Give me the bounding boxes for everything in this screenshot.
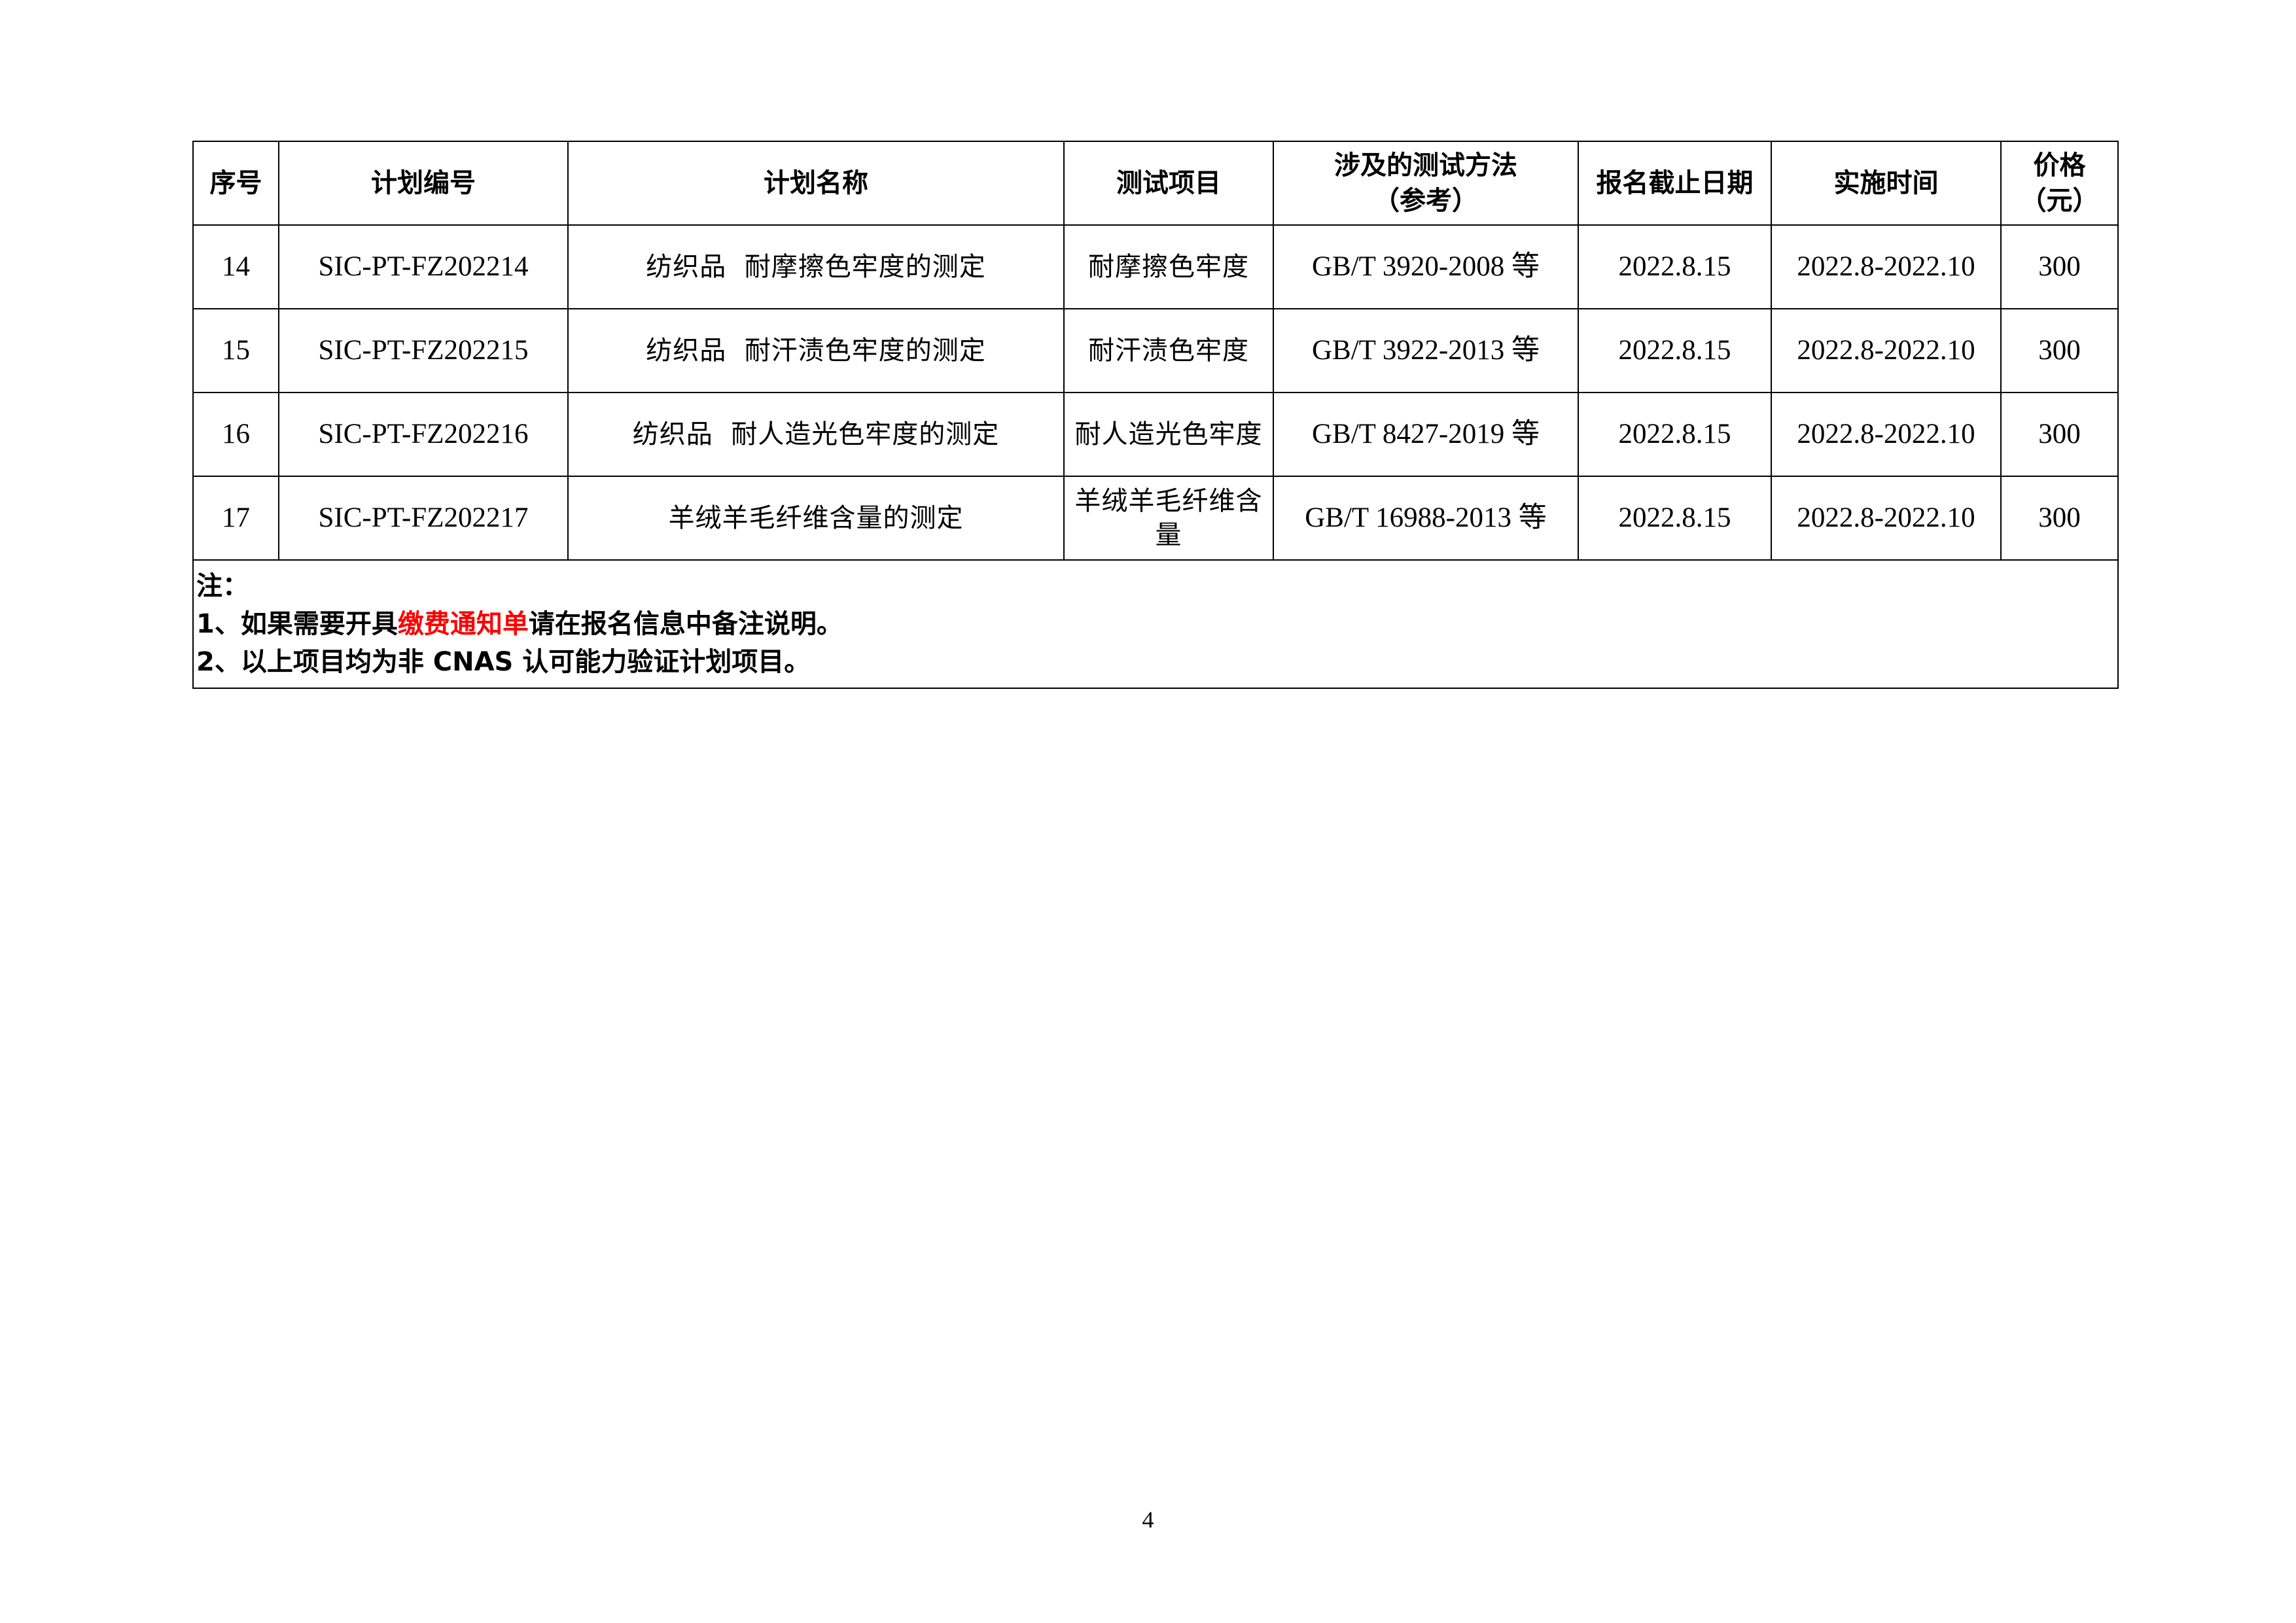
notes-cell: 注： 1、如果需要开具缴费通知单请在报名信息中备注说明。 2、以上项目均为非 C…: [192, 559, 2119, 689]
payment-notice-highlight: 缴费通知单: [397, 609, 529, 639]
cell-no: 15: [192, 308, 279, 393]
notes-row: 注： 1、如果需要开具缴费通知单请在报名信息中备注说明。 2、以上项目均为非 C…: [192, 559, 2119, 689]
note-line-1: 1、如果需要开具缴费通知单请在报名信息中备注说明。: [196, 605, 2115, 643]
table-header-row: 序号 计划编号 计划名称 测试项目 涉及的测试方法 （参考） 报名截止日期 实施…: [192, 141, 2119, 226]
cell-test-method: GB/T 16988-2013 等: [1273, 476, 1579, 561]
cell-no: 16: [192, 392, 279, 477]
header-price: 价格 （元）: [2000, 141, 2119, 226]
table-row: 15 SIC-PT-FZ202215 纺织品 耐汗渍色牢度的测定 耐汗渍色牢度 …: [192, 308, 2119, 393]
cell-price: 300: [2000, 308, 2119, 393]
cell-deadline: 2022.8.15: [1578, 392, 1772, 477]
cell-period: 2022.8-2022.10: [1771, 476, 2002, 561]
header-test-item: 测试项目: [1063, 141, 1274, 226]
cell-plan-code: SIC-PT-FZ202215: [278, 308, 569, 393]
cell-test-method: GB/T 3922-2013 等: [1273, 308, 1579, 393]
cell-price: 300: [2000, 476, 2119, 561]
notes-title: 注：: [196, 571, 249, 601]
cell-plan-code: SIC-PT-FZ202216: [278, 392, 569, 477]
header-no: 序号: [192, 141, 279, 226]
cell-plan-name: 羊绒羊毛纤维含量的测定: [567, 476, 1065, 561]
page-number: 4: [1142, 1507, 1154, 1533]
cell-deadline: 2022.8.15: [1578, 308, 1772, 393]
header-test-method-line2: （参考）: [1373, 186, 1478, 216]
cell-plan-name: 纺织品 耐汗渍色牢度的测定: [567, 308, 1065, 393]
note-line-1-suffix: 请在报名信息中备注说明。: [528, 609, 843, 639]
cell-test-method: GB/T 8427-2019 等: [1273, 392, 1579, 477]
cell-test-item: 耐摩擦色牢度: [1063, 224, 1274, 309]
table-row: 17 SIC-PT-FZ202217 羊绒羊毛纤维含量的测定 羊绒羊毛纤维含量 …: [192, 476, 2119, 561]
cell-price: 300: [2000, 224, 2119, 309]
header-test-method: 涉及的测试方法 （参考）: [1273, 141, 1579, 226]
cell-test-item: 耐人造光色牢度: [1063, 392, 1274, 477]
cell-test-item: 耐汗渍色牢度: [1063, 308, 1274, 393]
header-period: 实施时间: [1771, 141, 2002, 226]
table-row: 16 SIC-PT-FZ202216 纺织品 耐人造光色牢度的测定 耐人造光色牢…: [192, 392, 2119, 477]
cell-price: 300: [2000, 392, 2119, 477]
cell-deadline: 2022.8.15: [1578, 476, 1772, 561]
cell-test-method: GB/T 3920-2008 等: [1273, 224, 1579, 309]
table-row: 14 SIC-PT-FZ202214 纺织品 耐摩擦色牢度的测定 耐摩擦色牢度 …: [192, 224, 2119, 309]
header-price-line2: （元）: [2020, 186, 2099, 216]
note-line-2: 2、以上项目均为非 CNAS 认可能力验证计划项目。: [196, 647, 811, 677]
header-plan-name: 计划名称: [567, 141, 1065, 226]
cell-period: 2022.8-2022.10: [1771, 224, 2002, 309]
cell-no: 17: [192, 476, 279, 561]
cell-plan-code: SIC-PT-FZ202214: [278, 224, 569, 309]
cell-no: 14: [192, 224, 279, 309]
cell-plan-name: 纺织品 耐摩擦色牢度的测定: [567, 224, 1065, 309]
cell-period: 2022.8-2022.10: [1771, 392, 2002, 477]
cell-plan-code: SIC-PT-FZ202217: [278, 476, 569, 561]
header-test-method-line1: 涉及的测试方法: [1334, 150, 1517, 181]
note-line-1-prefix: 1、如果需要开具: [196, 609, 398, 639]
cell-plan-name: 纺织品 耐人造光色牢度的测定: [567, 392, 1065, 477]
cell-test-item-text: 羊绒羊毛纤维含量: [1074, 486, 1263, 550]
cell-test-item: 羊绒羊毛纤维含量: [1063, 476, 1274, 561]
header-price-line1: 价格: [2033, 150, 2086, 181]
header-deadline: 报名截止日期: [1578, 141, 1772, 226]
cell-deadline: 2022.8.15: [1578, 224, 1772, 309]
proficiency-testing-table: 序号 计划编号 计划名称 测试项目 涉及的测试方法 （参考） 报名截止日期 实施…: [192, 141, 2119, 689]
cell-period: 2022.8-2022.10: [1771, 308, 2002, 393]
header-plan-code: 计划编号: [278, 141, 569, 226]
